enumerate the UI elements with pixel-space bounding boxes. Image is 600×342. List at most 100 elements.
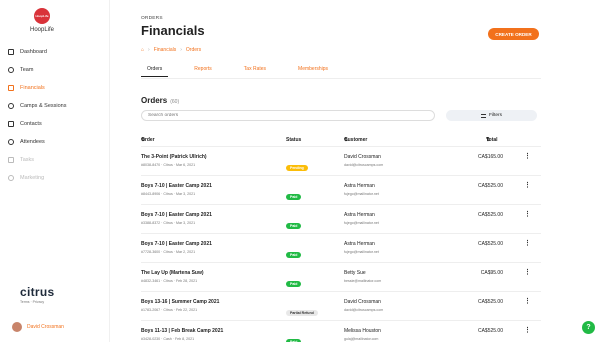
sidebar-item-label: Financials [20, 85, 45, 91]
order-meta: #3388-8372 · Citrus · Mar 3, 2021 [141, 221, 196, 225]
table-row[interactable]: Boys 7-10 | Easter Camp 2021 #3388-8372 ·… [141, 206, 541, 234]
order-meta: #8443-8906 · Citrus · Mar 3, 2021 [141, 192, 196, 196]
breadcrumb-orders[interactable]: Orders [186, 47, 201, 53]
order-total: CA$525.00 [477, 328, 503, 334]
sidebar-item-camps-sessions[interactable]: Camps & Sessions [8, 97, 66, 115]
customer-email: david@citruscamps.com [344, 163, 384, 167]
order-name[interactable]: Boys 7-10 | Easter Camp 2021 [141, 241, 212, 247]
row-menu-icon[interactable]: ⋮ [524, 240, 531, 247]
order-name[interactable]: Boys 13-16 | Summer Camp 2021 [141, 299, 219, 305]
customer-cell: Betty Sue bessie@mailinator.com [344, 270, 381, 283]
sidebar-item-label: Attendees [20, 139, 45, 145]
tab-bar: Orders Reports Tax Rates Memberships [141, 66, 354, 77]
order-cell: Boys 7-10 | Easter Camp 2021 #8443-8906 ·… [141, 183, 212, 196]
order-meta: #1783-2067 · Citrus · Feb 22, 2021 [141, 308, 198, 312]
row-menu-icon[interactable]: ⋮ [524, 298, 531, 305]
customer-email: fujego@mailinator.net [344, 192, 379, 196]
status-cell: Pending [286, 156, 308, 174]
megaphone-icon [8, 175, 14, 181]
order-name[interactable]: The Lay Up (Martena Suw) [141, 270, 204, 276]
users-icon [8, 67, 14, 73]
sidebar-item-label: Camps & Sessions [20, 103, 67, 109]
row-menu-icon[interactable]: ⋮ [524, 327, 531, 334]
sidebar-item-team[interactable]: Team [8, 61, 66, 79]
customer-name[interactable]: David Crossman [344, 299, 383, 305]
order-name[interactable]: The 3-Point (Patrick Ullrich) [141, 154, 207, 160]
sidebar-item-attendees[interactable]: Attendees [8, 133, 66, 151]
app-root: HoopLife HoopLife Dashboard Team Financial… [0, 0, 600, 342]
row-menu-icon[interactable]: ⋮ [524, 182, 531, 189]
table-row[interactable]: Boys 7-10 | Easter Camp 2021 #7728-3600 ·… [141, 235, 541, 263]
create-order-button[interactable]: CREATE ORDER [488, 28, 539, 40]
order-total: CA$525.00 [477, 183, 503, 189]
order-total: CA$165.00 [477, 154, 503, 160]
sidebar-item-contacts[interactable]: Contacts [8, 115, 66, 133]
row-menu-icon[interactable]: ⋮ [524, 153, 531, 160]
user-profile[interactable]: David Crossman [12, 322, 64, 332]
col-status: Status [286, 137, 302, 143]
order-meta: #8038-8470 · Citrus · Mar 6, 2021 [141, 163, 196, 167]
order-total: CA$525.00 [477, 299, 503, 305]
customer-cell: David Crossman david@citruscamps.com [344, 154, 383, 167]
order-meta: #3428-0230 · Cash · Feb 8, 2021 [141, 337, 195, 341]
order-total: CA$95.00 [480, 270, 503, 276]
search-input[interactable] [141, 110, 435, 121]
tab-divider [141, 78, 541, 79]
sidebar-item-tasks[interactable]: Tasks [8, 151, 66, 169]
order-name[interactable]: Boys 11-13 | Feb Break Camp 2021 [141, 328, 223, 334]
brand[interactable]: HoopLife HoopLife [22, 8, 62, 33]
table-row[interactable]: Boys 11-13 | Feb Break Camp 2021 #3428-02… [141, 322, 541, 342]
row-menu-icon[interactable]: ⋮ [524, 269, 531, 276]
customer-name[interactable]: Betty Sue [344, 270, 381, 276]
customer-email: fujego@mailinator.net [344, 250, 379, 254]
customer-name[interactable]: Astra Herman [344, 212, 379, 218]
table-row[interactable]: Boys 7-10 | Easter Camp 2021 #8443-8906 ·… [141, 177, 541, 205]
orders-title: Orders [141, 96, 168, 105]
customer-name[interactable]: Astra Herman [344, 183, 379, 189]
brand-logo: HoopLife [34, 8, 50, 24]
customer-name[interactable]: Astra Herman [344, 241, 379, 247]
calendar-icon [8, 103, 14, 109]
sidebar-nav: Dashboard Team Financials Camps & Sessions C… [8, 43, 66, 187]
customer-cell: Astra Herman fujego@mailinator.net [344, 212, 379, 225]
status-cell: Partial Refund [286, 301, 318, 319]
customer-email: bessie@mailinator.com [344, 279, 382, 283]
table-row[interactable]: The 3-Point (Patrick Ullrich) #8038-8470 … [141, 148, 541, 176]
tab-memberships[interactable]: Memberships [292, 66, 334, 77]
avatar [12, 322, 22, 332]
breadcrumb: ⌂ › Financials › Orders [141, 47, 201, 53]
breadcrumb-financials[interactable]: Financials [154, 47, 177, 53]
orders-count: (60) [170, 99, 180, 105]
table-row[interactable]: Boys 13-16 | Summer Camp 2021 #1783-2067 … [141, 293, 541, 321]
tab-tax-rates[interactable]: Tax Rates [238, 66, 272, 77]
order-cell: Boys 7-10 | Easter Camp 2021 #7728-3600 ·… [141, 241, 212, 254]
status-badge: Paid [286, 223, 302, 229]
sidebar-item-dashboard[interactable]: Dashboard [8, 43, 66, 61]
status-badge: Paid [286, 281, 302, 287]
order-name[interactable]: Boys 7-10 | Easter Camp 2021 [141, 212, 212, 218]
customer-cell: David Crossman david@citruscamps.com [344, 299, 383, 312]
contacts-icon [8, 121, 14, 127]
status-badge: Paid [286, 194, 302, 200]
sidebar: HoopLife HoopLife Dashboard Team Financial… [0, 0, 110, 342]
sidebar-item-financials[interactable]: Financials [8, 79, 66, 97]
row-menu-icon[interactable]: ⋮ [524, 211, 531, 218]
filters-label: Filters [488, 113, 503, 118]
customer-name[interactable]: David Crossman [344, 154, 383, 160]
filters-button[interactable]: Filters [446, 110, 537, 121]
status-cell: Paid [286, 272, 302, 290]
table-row[interactable]: The Lay Up (Martena Suw) #4832-3461 · Cit… [141, 264, 541, 292]
sidebar-item-label: Dashboard [20, 49, 47, 55]
tab-reports[interactable]: Reports [188, 66, 218, 77]
help-button[interactable]: ? [582, 321, 595, 334]
footer-links[interactable]: Terms · Privacy [20, 300, 54, 304]
sidebar-item-marketing[interactable]: Marketing [8, 169, 66, 187]
status-badge: Paid [286, 252, 302, 258]
order-cell: Boys 11-13 | Feb Break Camp 2021 #3428-02… [141, 328, 223, 341]
sidebar-item-label: Team [20, 67, 34, 73]
home-icon[interactable]: ⌂ [141, 47, 144, 53]
grid-icon [8, 49, 14, 55]
customer-name[interactable]: Melissa Houston [344, 328, 381, 334]
tab-orders[interactable]: Orders [141, 66, 169, 77]
order-name[interactable]: Boys 7-10 | Easter Camp 2021 [141, 183, 212, 189]
